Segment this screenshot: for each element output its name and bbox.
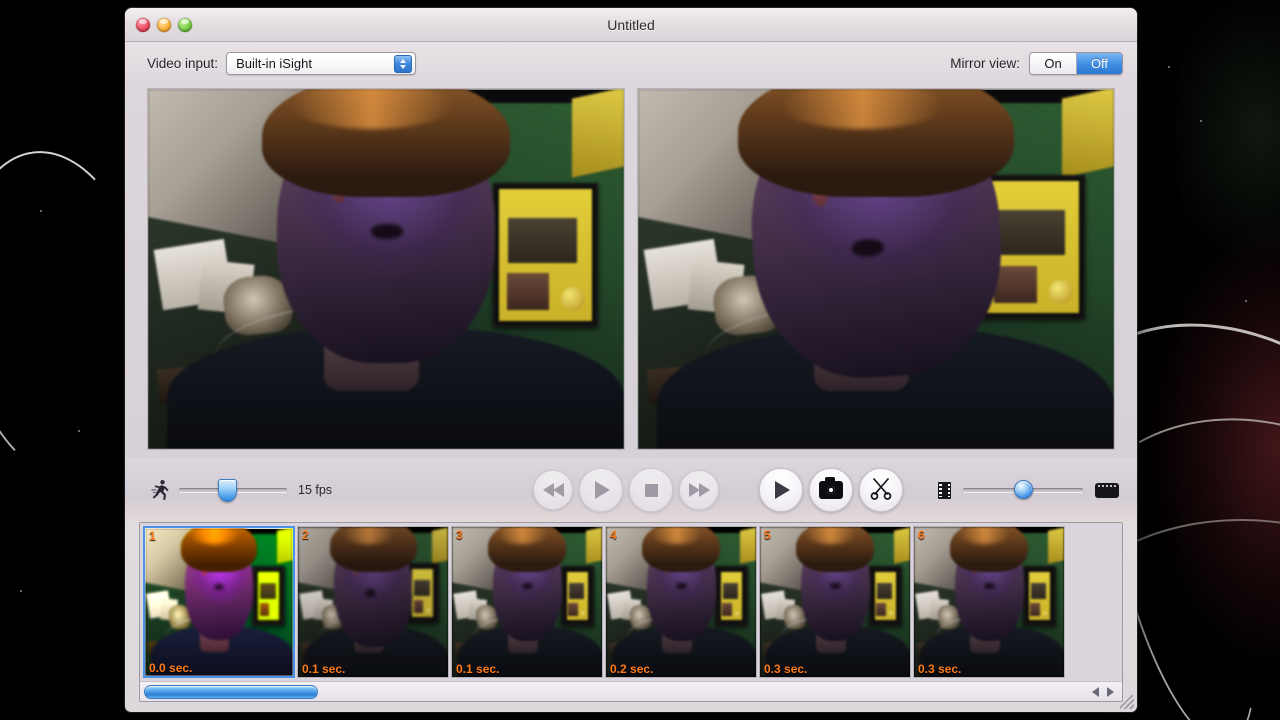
filmstrip-scrollbar[interactable] [140,681,1122,701]
fast-forward-button[interactable] [679,470,719,510]
live-preview[interactable] [147,88,625,450]
wallpaper-speck [1168,66,1170,68]
fps-label: 15 fps [298,483,333,497]
filmstrip-frame[interactable]: 5 0.3 sec. [759,526,911,678]
trim-button[interactable] [859,468,903,512]
scrollbar-arrows [1092,686,1120,697]
mirror-view-label: Mirror view: [950,55,1020,71]
video-input-popup-wrapper: Built-in iSight [226,51,417,75]
video-input-label: Video input: [147,55,219,71]
frame-time: 0.0 sec. [149,661,193,675]
filmstrip-large-icon [1095,482,1119,498]
wallpaper-speck [1200,120,1202,122]
thumbnail-size-slider[interactable] [963,480,1083,499]
frame-number: 5 [764,528,771,542]
runner-icon [151,479,170,501]
wallpaper-speck [20,590,22,592]
frame-time: 0.1 sec. [302,662,346,676]
filmstrip-frame[interactable]: 6 0.3 sec. [913,526,1065,678]
filmstrip-frame[interactable]: 1 0.0 sec. [143,526,295,678]
window-resize-grip[interactable] [1120,695,1134,709]
preview-area [125,84,1137,458]
filmstrip-small-icon [938,481,951,499]
left-arrow-icon[interactable] [1092,686,1099,697]
double-left-icon [542,483,564,497]
traffic-light-buttons [136,17,192,32]
filmstrip-frame[interactable]: 2 0.1 sec. [297,526,449,678]
thumbnail-size-slider-thumb[interactable] [1013,480,1033,499]
stop-button[interactable] [629,468,673,512]
scissors-icon [868,475,894,506]
desktop-background: Untitled Video input: Built-in iSight Mi… [0,0,1280,720]
thumbnail-size-group [938,480,1119,499]
frame-time: 0.3 sec. [764,662,808,676]
camera-icon [819,477,843,499]
frame-number: 1 [149,529,156,543]
filmstrip-frame[interactable]: 4 0.2 sec. [605,526,757,678]
frame-thumbnail [914,527,1064,677]
playback-controls [533,468,903,512]
frame-time: 0.3 sec. [918,662,962,676]
webcam-scene [638,89,1114,449]
scrollbar-thumb[interactable] [144,684,318,699]
app-window: Untitled Video input: Built-in iSight Mi… [125,8,1137,712]
frame-thumbnail [452,527,602,677]
mirror-view-on-option[interactable]: On [1030,52,1076,74]
play-button[interactable] [579,468,623,512]
frame-number: 6 [918,528,925,542]
mirror-view-off-option[interactable]: Off [1076,52,1122,74]
frame-thumbnail [298,527,448,677]
frame-time: 0.1 sec. [456,662,500,676]
wallpaper-speck [1245,300,1247,302]
video-input-value: Built-in iSight [236,55,312,71]
frame-rate-slider-thumb[interactable] [218,479,238,502]
record-play-button[interactable] [759,468,803,512]
close-button[interactable] [136,17,150,32]
snapshot-button[interactable] [809,468,853,512]
transport-bar: 15 fps [125,458,1137,522]
frame-number: 3 [456,528,463,542]
top-options-bar: Video input: Built-in iSight Mirror view… [125,42,1137,84]
video-input-select[interactable]: Built-in iSight [226,51,417,75]
frame-rate-group: 15 fps [151,479,333,502]
zoom-button[interactable] [178,17,192,32]
frame-time: 0.2 sec. [610,662,654,676]
frame-thumbnail [606,527,756,677]
filmstrip-panel: 1 0.0 sec. 2 0.1 sec. 3 0.1 sec. 4 0.2 s… [139,522,1123,702]
right-arrow-icon[interactable] [1107,686,1114,697]
play-icon [775,481,790,499]
frame-thumbnail [760,527,910,677]
frame-thumbnail [145,528,293,676]
window-titlebar[interactable]: Untitled [125,8,1137,42]
play-icon [595,481,610,499]
wallpaper-speck [78,430,80,432]
double-right-icon [688,483,710,497]
mirror-view-group: Mirror view: On Off [950,51,1123,75]
frame-number: 4 [610,528,617,542]
webcam-scene [148,89,624,449]
window-title: Untitled [607,16,655,33]
captured-preview[interactable] [637,88,1115,450]
wallpaper-speck [40,210,42,212]
filmstrip-frames[interactable]: 1 0.0 sec. 2 0.1 sec. 3 0.1 sec. 4 0.2 s… [140,523,1122,681]
chevron-updown-icon [394,54,413,73]
stop-icon [644,483,658,497]
mirror-view-segmented-control[interactable]: On Off [1029,51,1123,75]
frame-rate-slider[interactable] [179,479,287,502]
rewind-button[interactable] [533,470,573,510]
filmstrip-frame[interactable]: 3 0.1 sec. [451,526,603,678]
frame-number: 2 [302,528,309,542]
minimize-button[interactable] [157,17,171,32]
